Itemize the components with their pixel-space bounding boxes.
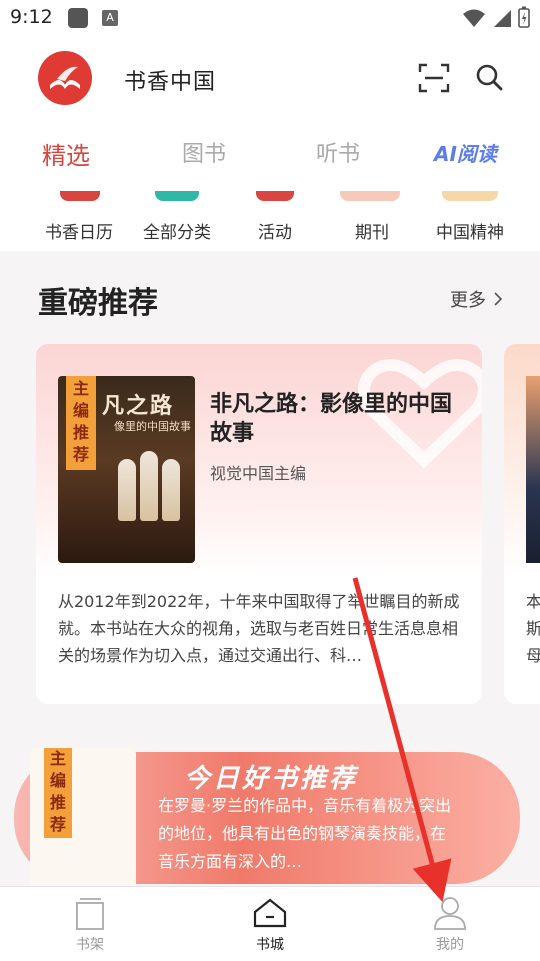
search-icon xyxy=(476,64,503,91)
app-logo xyxy=(38,51,92,105)
banner-title: 今日好书推荐 xyxy=(184,764,359,794)
rocket-plume xyxy=(162,459,180,521)
editor-pick-tag: 主编推荐 xyxy=(66,376,96,470)
cover-title: 凡之路 xyxy=(102,394,175,419)
cover-subtitle: 像里的中国故事 xyxy=(114,420,191,433)
nav-bookstore[interactable]: 书城 xyxy=(210,887,330,961)
tab-ai-reading[interactable]: AI阅读 xyxy=(434,138,497,167)
bookshelf-icon xyxy=(76,898,104,930)
category-journals[interactable]: 期刊 xyxy=(322,218,422,243)
category-china-spirit[interactable]: 中国精神 xyxy=(420,218,520,243)
battery-icon xyxy=(518,6,530,28)
banner-description: 在罗曼·罗兰的作品中，音乐有着极为突出的地位，他具有出色的钢琴演奏技能，在音乐方… xyxy=(158,796,452,871)
book-logo-icon xyxy=(50,66,80,89)
bottom-navigation: 书架 书城 我的 xyxy=(0,886,540,961)
book-cover xyxy=(526,376,540,563)
book-title[interactable]: 非凡之路：影像里的中国故事 xyxy=(210,390,460,448)
calendar-icon xyxy=(60,191,100,201)
chevron-right-icon xyxy=(494,292,502,306)
scan-icon xyxy=(418,63,450,93)
tab-audiobooks[interactable]: 听书 xyxy=(316,136,360,168)
category-icon xyxy=(155,191,199,201)
nav-profile-label: 我的 xyxy=(436,937,464,953)
next-card-description: 本 斯 母 xyxy=(526,592,540,665)
notification-icon xyxy=(68,8,88,28)
nav-profile[interactable]: 我的 xyxy=(390,887,510,961)
status-time: 9:12 xyxy=(10,6,53,28)
search-button[interactable] xyxy=(472,60,508,96)
scan-button[interactable] xyxy=(416,60,452,96)
nav-bookstore-label: 书城 xyxy=(256,937,284,953)
activity-icon xyxy=(256,191,294,201)
featured-book-card[interactable]: 凡之路 像里的中国故事 主编推荐 非凡之路：影像里的中国故事 视觉中国主编 从2… xyxy=(36,344,482,704)
status-bar: 9:12 A xyxy=(0,0,540,36)
accessibility-icon: A xyxy=(102,10,118,26)
signal-icon xyxy=(494,10,511,27)
top-tabs: 精选 图书 听书 AI阅读 xyxy=(0,136,540,180)
section-title: 重磅推荐 xyxy=(38,286,158,321)
next-book-card[interactable]: 本 斯 母 xyxy=(504,344,540,704)
editor-pick-tag: 主编推荐 xyxy=(44,748,72,838)
china-spirit-icon xyxy=(442,191,498,201)
home-icon xyxy=(253,898,287,928)
more-label: 更多 xyxy=(450,290,486,311)
nav-bookshelf-label: 书架 xyxy=(76,937,104,953)
app-header: 书香中国 精选 图书 听书 AI阅读 xyxy=(0,36,540,191)
category-activities[interactable]: 活动 xyxy=(225,218,325,243)
wifi-icon xyxy=(463,9,485,27)
book-author: 视觉中国主编 xyxy=(210,464,307,483)
tab-featured[interactable]: 精选 xyxy=(42,136,90,171)
more-link[interactable]: 更多 xyxy=(450,286,504,312)
rocket-plume xyxy=(118,459,136,521)
category-all[interactable]: 全部分类 xyxy=(127,218,227,243)
app-title: 书香中国 xyxy=(124,70,217,95)
category-calendar[interactable]: 书香日历 xyxy=(29,218,129,243)
book-description: 从2012年到2022年，十年来中国取得了举世瞩目的新成就。本书站在大众的视角，… xyxy=(58,592,460,665)
journal-icon xyxy=(340,191,400,201)
rocket-plume xyxy=(140,451,158,521)
banner-book-cover[interactable]: 主编推荐 xyxy=(30,748,136,888)
tab-books[interactable]: 图书 xyxy=(182,136,226,168)
nav-bookshelf[interactable]: 书架 xyxy=(30,887,150,961)
book-cover[interactable]: 凡之路 像里的中国故事 主编推荐 xyxy=(58,376,195,563)
category-row: 书香日历 全部分类 活动 期刊 中国精神 xyxy=(0,191,540,251)
user-icon xyxy=(434,897,466,930)
